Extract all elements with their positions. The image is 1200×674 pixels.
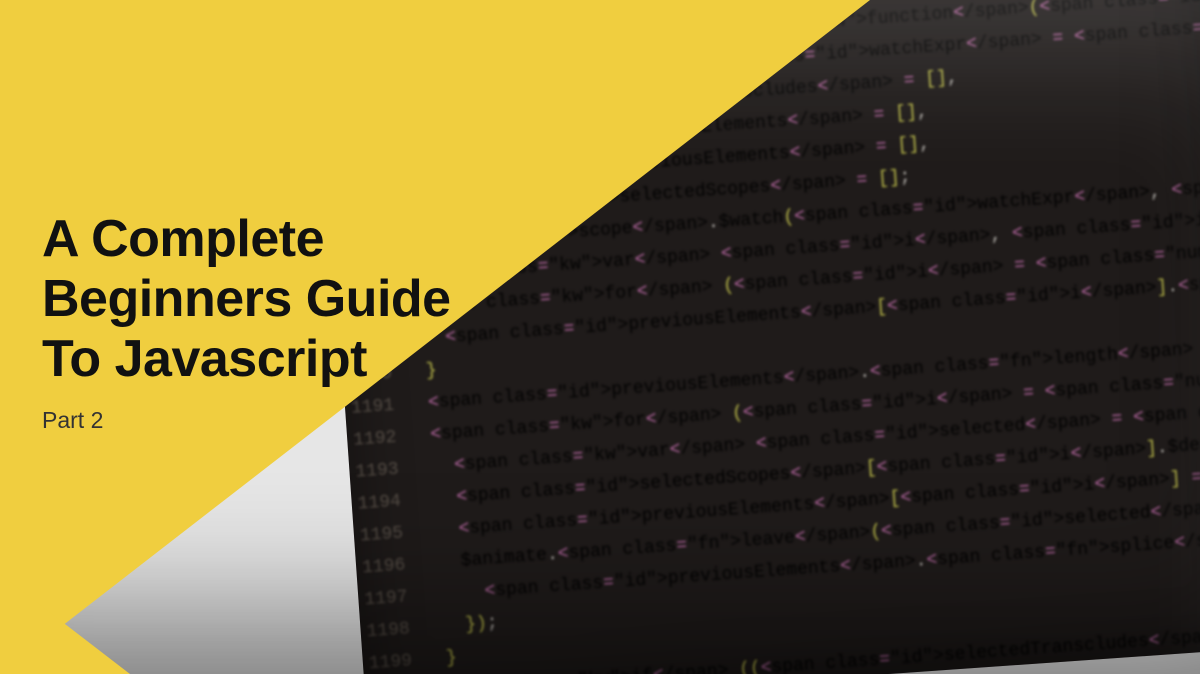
hero-banner: 1180 1181 1182 1183 1184 1185 1186 1187 … <box>0 0 1200 674</box>
hero-title: A Complete Beginners Guide To Javascript <box>42 210 622 389</box>
hero-subtitle: Part 2 <box>42 407 622 434</box>
title-block: A Complete Beginners Guide To Javascript… <box>42 210 622 434</box>
title-line: Beginners Guide <box>42 270 451 328</box>
title-line: A Complete <box>42 210 324 268</box>
yellow-corner-overlay <box>0 574 130 674</box>
title-line: To Javascript <box>42 330 367 388</box>
